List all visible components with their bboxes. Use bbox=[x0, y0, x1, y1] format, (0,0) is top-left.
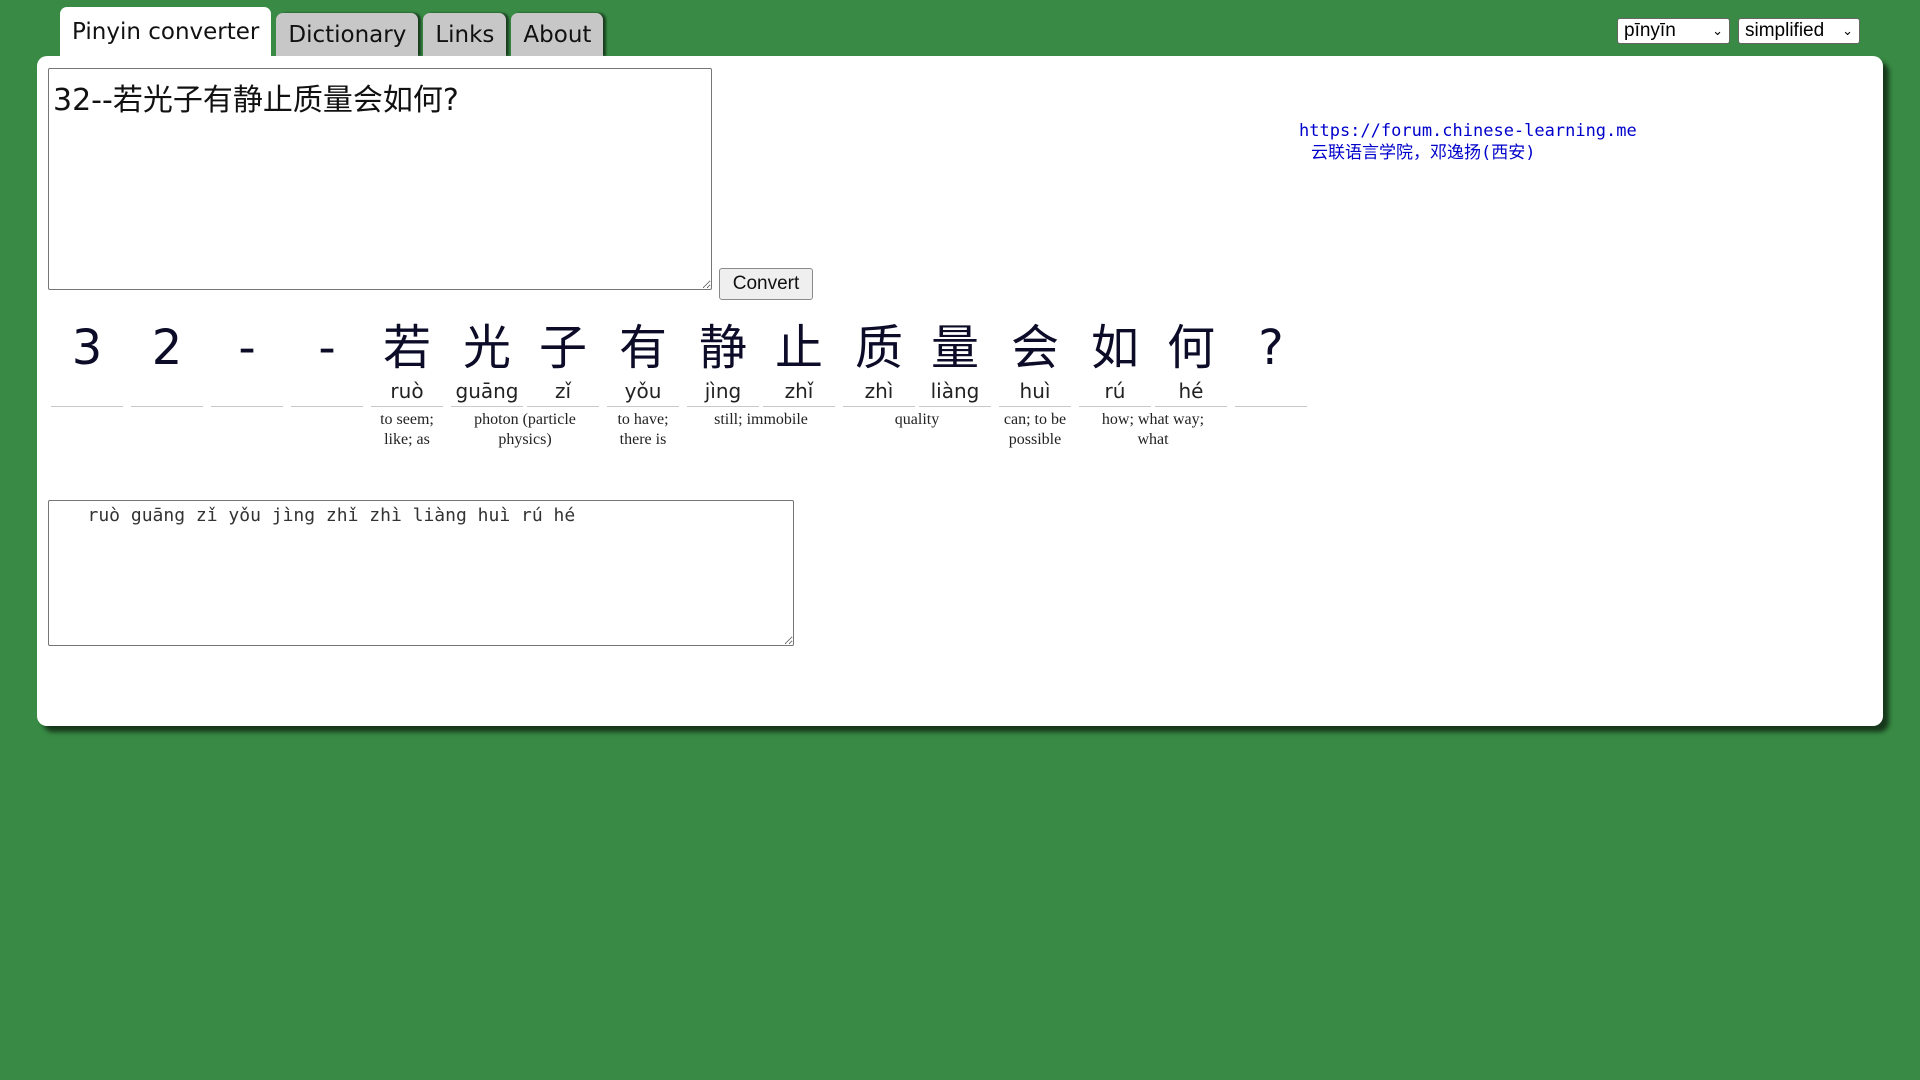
hanzi: 如 bbox=[1090, 320, 1139, 376]
hanzi: - bbox=[238, 320, 256, 376]
pinyin: liàng bbox=[919, 378, 991, 407]
char-cell: 光 guāng bbox=[451, 318, 523, 407]
script-value: simplified bbox=[1745, 20, 1825, 41]
credits-line: 云联语言学院，邓逸扬(西安) bbox=[1311, 143, 1536, 163]
char-cell: 子 zǐ bbox=[527, 318, 599, 407]
hanzi: - bbox=[318, 320, 336, 376]
hanzi: 有 bbox=[618, 320, 667, 376]
gloss: quality bbox=[894, 411, 940, 428]
gloss: to seem; like; as bbox=[380, 411, 434, 448]
char-cell: 何 hé bbox=[1155, 318, 1227, 407]
char-cell: 3 bbox=[51, 318, 123, 407]
hanzi: ? bbox=[1258, 320, 1284, 376]
pinyin-output[interactable]: ruò guāng zǐ yǒu jìng zhǐ zhì liàng huì … bbox=[48, 500, 794, 646]
pinyin: zǐ bbox=[527, 378, 599, 407]
tab-bar: Pinyin converter Dictionary Links About bbox=[60, 7, 604, 56]
pinyin bbox=[51, 378, 123, 407]
gloss: still; immobile bbox=[714, 411, 808, 428]
chinese-input[interactable]: 32--若光子有静止质量会如何? bbox=[48, 68, 712, 290]
hanzi: 静 bbox=[698, 320, 747, 376]
char-cell: - bbox=[211, 318, 283, 407]
gloss: to have; there is bbox=[617, 411, 669, 448]
pinyin: zhǐ bbox=[763, 378, 835, 407]
forum-link[interactable]: https://forum.chinese-learning.me bbox=[1299, 120, 1637, 142]
tab-about[interactable]: About bbox=[511, 13, 604, 56]
tab-links[interactable]: Links bbox=[423, 13, 507, 56]
hanzi: 量 bbox=[930, 320, 979, 376]
gloss: how; what way; what bbox=[1101, 411, 1205, 448]
pinyin bbox=[1235, 378, 1307, 407]
pinyin: yǒu bbox=[607, 378, 679, 407]
char-cell: 会 huì bbox=[999, 318, 1071, 407]
pinyin: jìng bbox=[687, 378, 759, 407]
gloss: can; to be possible bbox=[1003, 411, 1067, 448]
hanzi: 若 bbox=[382, 320, 431, 376]
hanzi: 光 bbox=[462, 320, 511, 376]
chevron-down-icon: ⌄ bbox=[1842, 23, 1853, 38]
hanzi: 质 bbox=[854, 320, 903, 376]
hanzi: 何 bbox=[1166, 320, 1215, 376]
char-cell: 量 liàng bbox=[919, 318, 991, 407]
char-cell: 静 jìng bbox=[687, 318, 759, 407]
char-cell: 止 zhǐ bbox=[763, 318, 835, 407]
tone-mode-value: pīnyīn bbox=[1624, 20, 1676, 41]
char-cell: ? bbox=[1235, 318, 1307, 407]
hanzi: 2 bbox=[151, 320, 183, 376]
char-cell: 质 zhì bbox=[843, 318, 915, 407]
char-cell: 有 yǒu bbox=[607, 318, 679, 407]
credits: https://forum.chinese-learning.me 云联语言学院，… bbox=[1299, 120, 1637, 164]
script-select[interactable]: simplified ⌄ bbox=[1738, 18, 1860, 44]
gloss: photon (particle physics) bbox=[474, 411, 576, 448]
hanzi: 止 bbox=[774, 320, 823, 376]
pinyin bbox=[131, 378, 203, 407]
char-cell: 2 bbox=[131, 318, 203, 407]
pinyin bbox=[291, 378, 363, 407]
char-cell: - bbox=[291, 318, 363, 407]
pinyin: zhì bbox=[843, 378, 915, 407]
tab-dictionary[interactable]: Dictionary bbox=[276, 13, 419, 56]
pinyin: hé bbox=[1155, 378, 1227, 407]
settings-selects: pīnyīn ⌄ simplified ⌄ bbox=[1617, 18, 1860, 44]
chevron-down-icon: ⌄ bbox=[1712, 23, 1723, 38]
hanzi: 会 bbox=[1010, 320, 1059, 376]
pinyin: ruò bbox=[371, 378, 443, 407]
pinyin: huì bbox=[999, 378, 1071, 407]
char-cell: 若 ruò bbox=[371, 318, 443, 407]
pinyin bbox=[211, 378, 283, 407]
tone-mode-select[interactable]: pīnyīn ⌄ bbox=[1617, 18, 1730, 44]
pinyin: rú bbox=[1079, 378, 1151, 407]
hanzi: 子 bbox=[538, 320, 587, 376]
tab-pinyin-converter[interactable]: Pinyin converter bbox=[60, 7, 272, 56]
pinyin: guāng bbox=[451, 378, 523, 407]
hanzi: 3 bbox=[71, 320, 103, 376]
main-panel: 32--若光子有静止质量会如何? Convert https://forum.c… bbox=[37, 56, 1883, 726]
convert-button[interactable]: Convert bbox=[719, 268, 813, 300]
char-cell: 如 rú bbox=[1079, 318, 1151, 407]
